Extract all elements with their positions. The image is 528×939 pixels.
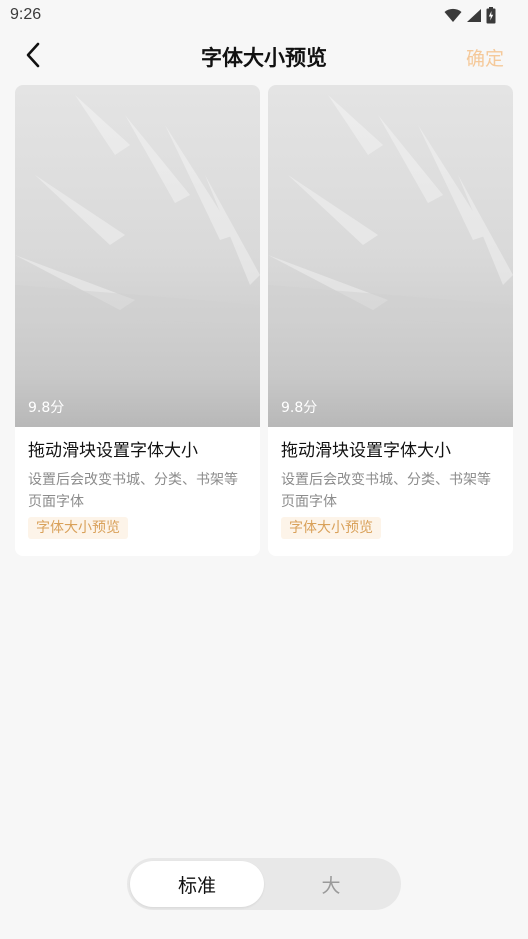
preview-cards: 9.8分 拖动滑块设置字体大小 设置后会改变书城、分类、书架等页面字体 字体大小… (15, 85, 513, 556)
status-icons (444, 7, 496, 28)
confirm-button[interactable]: 确定 (466, 44, 504, 71)
cover-pattern (268, 95, 513, 325)
card-body: 拖动滑块设置字体大小 设置后会改变书城、分类、书架等页面字体 字体大小预览 (268, 427, 513, 539)
wifi-icon (444, 8, 462, 27)
font-size-standard-option[interactable]: 标准 (130, 861, 264, 907)
book-description: 设置后会改变书城、分类、书架等页面字体 (28, 472, 238, 510)
page-title: 字体大小预览 (201, 46, 327, 70)
book-card[interactable]: 9.8分 拖动滑块设置字体大小 设置后会改变书城、分类、书架等页面字体 字体大小… (268, 85, 513, 556)
book-title: 拖动滑块设置字体大小 (281, 441, 451, 461)
font-size-preview-screen: 9:26 字体大小预览 确定 9.8分 拖动滑块设置字体大小 设置后会改变书城、… (0, 0, 528, 939)
book-card[interactable]: 9.8分 拖动滑块设置字体大小 设置后会改变书城、分类、书架等页面字体 字体大小… (15, 85, 260, 556)
book-title: 拖动滑块设置字体大小 (28, 441, 198, 461)
battery-icon (486, 7, 496, 28)
status-bar: 9:26 (0, 0, 528, 30)
cellular-icon (466, 8, 482, 27)
book-tag: 字体大小预览 (281, 517, 381, 539)
font-size-large-option[interactable]: 大 (264, 861, 398, 907)
book-description: 设置后会改变书城、分类、书架等页面字体 (281, 472, 491, 510)
book-cover: 9.8分 (15, 85, 260, 427)
nav-bar: 字体大小预览 确定 (0, 30, 528, 84)
card-body: 拖动滑块设置字体大小 设置后会改变书城、分类、书架等页面字体 字体大小预览 (15, 427, 260, 539)
font-size-selector: 标准 大 (127, 858, 401, 910)
book-tag: 字体大小预览 (28, 517, 128, 539)
book-score: 9.8分 (281, 400, 318, 416)
book-score: 9.8分 (28, 400, 65, 416)
book-cover: 9.8分 (268, 85, 513, 427)
status-time: 9:26 (10, 6, 42, 23)
cover-pattern (15, 95, 260, 325)
